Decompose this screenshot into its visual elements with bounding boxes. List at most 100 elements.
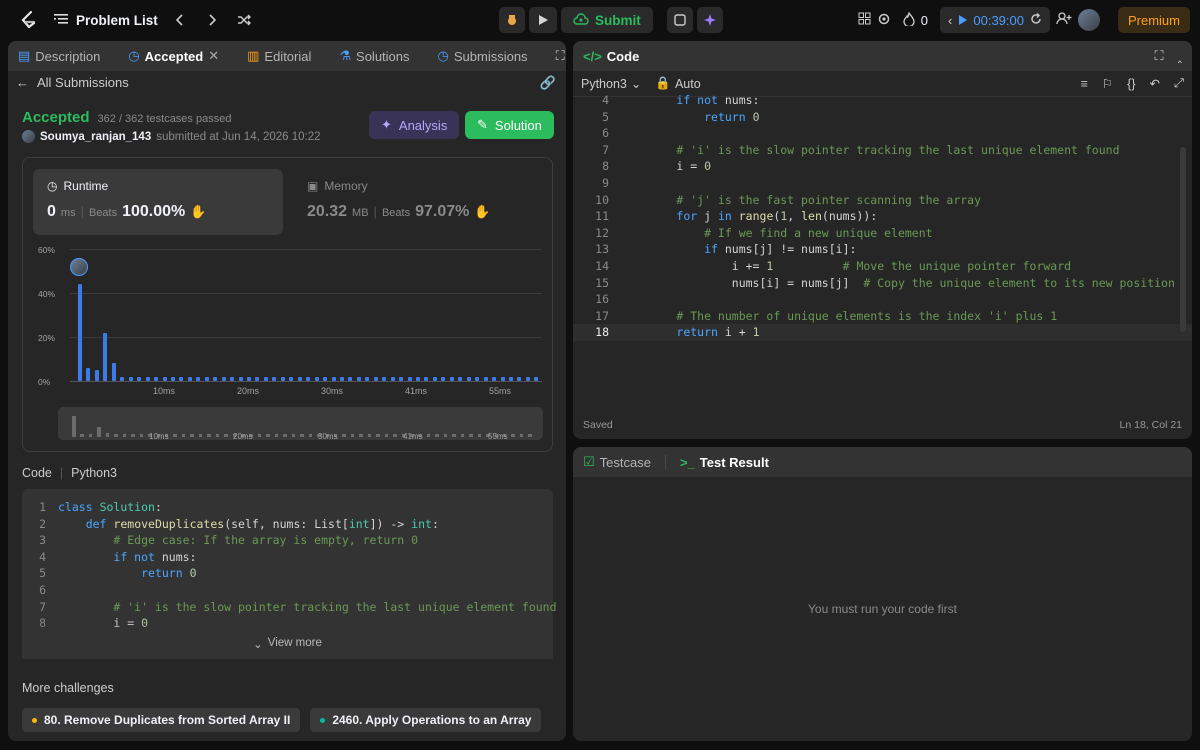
maximize-icon[interactable]: ⛶ (1154, 48, 1163, 64)
minimap-bar (367, 434, 372, 437)
chart-bar[interactable] (365, 376, 370, 381)
chart-bar[interactable] (356, 376, 361, 381)
timer[interactable]: ‹ 00:39:00 (940, 7, 1050, 33)
chart-bar[interactable] (339, 376, 344, 381)
collapse-icon[interactable]: ‸ (1178, 48, 1182, 64)
code-editor[interactable]: 4 if not nums: 5 return 0 6 7 # 'i' is t… (573, 92, 1192, 412)
notes-icon[interactable] (666, 7, 693, 33)
streak-counter[interactable]: 0 (897, 10, 934, 29)
submission-panel: ▤ Description ◷ Accepted ✕ ▥ Editorial ⚗ Solu… (8, 41, 566, 741)
chart-bar[interactable] (458, 376, 463, 381)
chart-bar[interactable] (475, 376, 480, 381)
avatar[interactable] (70, 258, 88, 276)
chart-bar[interactable] (441, 376, 446, 381)
minimap-bar (198, 434, 203, 437)
chart-bar[interactable] (323, 376, 328, 381)
chart-bar[interactable] (399, 376, 404, 381)
chart-bar[interactable] (306, 376, 311, 381)
chart-bar[interactable] (483, 376, 488, 381)
chart-bar[interactable] (432, 376, 437, 381)
chart-bar[interactable] (373, 376, 378, 381)
chart-bar[interactable] (187, 376, 192, 381)
chart-bar[interactable] (263, 376, 268, 381)
premium-button[interactable]: Premium (1117, 7, 1190, 33)
chart-bar[interactable] (204, 376, 209, 381)
chart-bar[interactable] (331, 376, 336, 381)
chart-bar[interactable] (508, 376, 513, 381)
editor-title: Code (606, 48, 640, 64)
braces-icon[interactable]: {} (1127, 77, 1135, 91)
chart-bar[interactable] (280, 376, 285, 381)
chart-bar[interactable] (297, 376, 302, 381)
language-select[interactable]: Python3 ⌄ (581, 76, 641, 92)
y-tick-label: 0% (38, 377, 51, 387)
tab-code[interactable]: </> Code (583, 49, 639, 64)
chart-bar[interactable] (449, 376, 454, 381)
chart-bar[interactable] (162, 376, 167, 381)
chart-bar[interactable] (78, 284, 82, 381)
problem-list-link[interactable]: Problem List (54, 13, 158, 28)
tab-test-result[interactable]: >_ Test Result (680, 455, 769, 470)
chart-bar[interactable] (272, 376, 277, 381)
minimap-bar (443, 434, 448, 437)
chart-bar[interactable] (416, 376, 420, 381)
chart-bar[interactable] (525, 376, 530, 381)
chart-bar[interactable] (154, 376, 159, 381)
chart-bar[interactable] (170, 376, 175, 381)
x-tick-label: 10ms (149, 432, 169, 441)
chart-bar[interactable] (128, 376, 133, 381)
y-tick-label: 40% (38, 289, 56, 299)
run-button[interactable] (529, 7, 557, 33)
format-icon[interactable]: ≡ (1081, 77, 1088, 91)
gear-icon[interactable] (877, 12, 891, 29)
view-more-button[interactable]: ⌄ View more (22, 637, 553, 651)
debug-icon[interactable] (499, 7, 525, 33)
chart-bar[interactable] (466, 376, 471, 381)
chart-bar[interactable] (517, 376, 522, 381)
chart-bar[interactable] (221, 376, 226, 381)
chart-bar[interactable] (492, 376, 497, 381)
chart-bar[interactable] (407, 376, 412, 381)
chart-bar[interactable] (382, 376, 387, 381)
chart-bar[interactable] (500, 376, 505, 381)
expand-icon[interactable]: ⤢ (1174, 76, 1184, 91)
tab-testcase[interactable]: ☑ Testcase (583, 454, 651, 470)
chart-bar[interactable] (534, 376, 539, 381)
ai-sparkle-icon[interactable] (696, 7, 723, 33)
leetcode-logo[interactable] (14, 6, 42, 34)
chart-bar[interactable] (238, 376, 243, 381)
chart-bar[interactable] (255, 376, 260, 381)
auto-mode[interactable]: 🔒 Auto (655, 76, 700, 91)
bookmark-icon[interactable]: ⚐ (1102, 76, 1113, 91)
mode-value: Auto (674, 76, 701, 91)
chart-bar[interactable] (94, 370, 99, 381)
chart-bar[interactable] (137, 376, 142, 381)
challenge-chip[interactable]: 2460. Apply Operations to an Array (310, 708, 542, 732)
chart-bar[interactable] (111, 363, 116, 381)
add-friend-icon[interactable] (1056, 12, 1072, 28)
shuffle-icon[interactable] (230, 6, 258, 34)
undo-icon[interactable]: ↶ (1150, 76, 1160, 91)
chart-bar[interactable] (103, 332, 108, 381)
chart-bar[interactable] (86, 367, 91, 381)
chart-bar[interactable] (145, 376, 150, 381)
chart-bar[interactable] (424, 376, 429, 381)
chart-range-slider[interactable]: 10ms 20ms 30ms 41ms 55ms (58, 407, 543, 441)
chart-bar[interactable] (213, 376, 218, 381)
prev-problem-icon[interactable] (166, 6, 194, 34)
chart-bar[interactable] (348, 376, 353, 381)
layout-grid-icon[interactable] (858, 12, 871, 28)
chart-bar[interactable] (196, 376, 201, 381)
submit-button[interactable]: Submit (561, 7, 653, 33)
challenge-chip[interactable]: 80. Remove Duplicates from Sorted Array … (22, 708, 301, 732)
avatar[interactable] (1077, 9, 1100, 31)
chart-bar[interactable] (247, 376, 251, 381)
next-problem-icon[interactable] (198, 6, 226, 34)
chart-bar[interactable] (120, 376, 125, 381)
editor-scrollbar[interactable] (1180, 147, 1186, 332)
chart-bar[interactable] (179, 376, 184, 381)
chart-bar[interactable] (289, 376, 294, 381)
chart-bar[interactable] (314, 376, 319, 381)
chart-bar[interactable] (230, 376, 235, 381)
chart-bar[interactable] (390, 376, 395, 381)
